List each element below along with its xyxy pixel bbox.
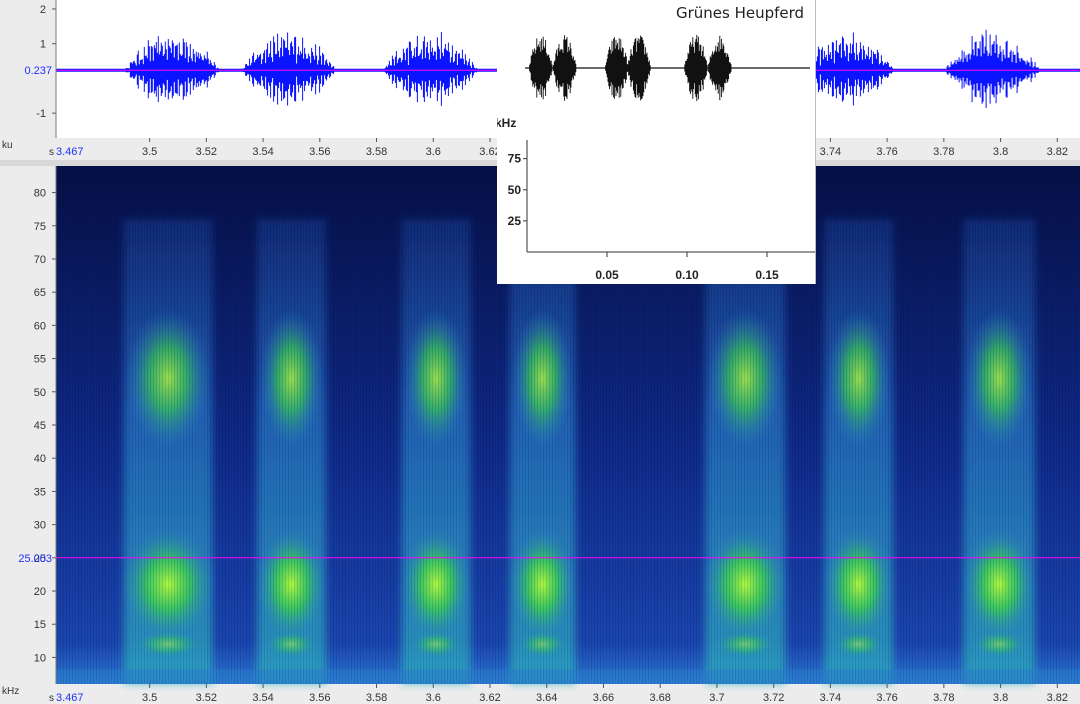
spectrogram-y-tick-label: 50 <box>34 387 46 399</box>
spectrogram-y-tick-label: 70 <box>34 254 46 266</box>
spectrogram-y-tick-label: 10 <box>34 652 46 664</box>
waveform-x-tick-label: 3.58 <box>366 146 387 158</box>
spectrogram-x-tick-label: 3.76 <box>876 692 897 704</box>
waveform-x-start: 3.467 <box>56 146 84 158</box>
spectrogram-x-tick-label: 3.56 <box>309 692 330 704</box>
spectrogram-x-tick-label: 3.72 <box>763 692 784 704</box>
inset-x-ticks: 0.05 0.10 0.15 <box>595 252 779 282</box>
waveform-x-tick-label: 3.5 <box>142 146 157 158</box>
spectrogram-x-tick-label: 3.8 <box>993 692 1008 704</box>
inset-right-divider <box>815 0 816 284</box>
spectrogram-cursor-value: 25.003 <box>18 553 52 565</box>
spectrogram-x-tick-label: 3.58 <box>366 692 387 704</box>
waveform-x-tick-label: 3.52 <box>196 146 217 158</box>
spectrogram-x-tick-label: 3.78 <box>933 692 954 704</box>
analysis-view: 2 1 -1 0.237 ku 3.5 3.52 3.54 3.56 3.58 3.6 3.62… <box>0 0 1080 704</box>
spectrogram-y-tick-label: 65 <box>34 287 46 299</box>
spectrogram-y-tick-label: 80 <box>34 188 46 200</box>
spectrogram-x-tick-label: 3.62 <box>479 692 500 704</box>
spectrogram-y-tick-label: 60 <box>34 320 46 332</box>
spectrogram-axis-background <box>0 166 56 704</box>
waveform-x-tick-label: 3.6 <box>426 146 441 158</box>
spectrogram-x-start: 3.467 <box>56 692 84 704</box>
inset-spectrogram: kHz 75 50 25 0.05 0.10 0.15 <box>497 116 815 282</box>
inset-y-ticks: 75 50 25 <box>508 152 527 228</box>
inset-syllable <box>722 146 743 246</box>
spectrogram-y-tick-label: 75 <box>34 221 46 233</box>
waveform-x-tick-label: 3.76 <box>876 146 897 158</box>
waveform-x-tick-label: 3.8 <box>993 146 1008 158</box>
inset-syllable <box>619 146 639 246</box>
inset-y-tick-label: 50 <box>508 183 522 197</box>
spectrogram-y-tick-label: 55 <box>34 354 46 366</box>
spectrogram-x-tick-label: 3.7 <box>709 692 724 704</box>
spectrogram-y-tick-label: 45 <box>34 420 46 432</box>
inset-x-tick-label: 0.10 <box>675 268 699 282</box>
spectrogram-x-tick-label: 3.64 <box>536 692 557 704</box>
inset-syllable <box>539 146 563 246</box>
spectrogram-x-tick-label: 3.82 <box>1047 692 1068 704</box>
waveform-y-unit: ku <box>2 140 13 151</box>
inset-title: Grünes Heupferd <box>675 4 805 22</box>
waveform-x-tick-label: 3.78 <box>933 146 954 158</box>
inset-waveform-burst <box>529 36 553 100</box>
spectrogram-y-tick-label: 35 <box>34 486 46 498</box>
inset-y-tick-label: 75 <box>508 152 522 166</box>
spectrogram-y-tick-label: 30 <box>34 520 46 532</box>
inset-syllable <box>698 146 718 246</box>
inset-syllable <box>643 146 663 246</box>
waveform-y-tick-label: 1 <box>40 39 46 51</box>
inset-waveform-burst <box>552 35 577 101</box>
inset-y-unit: kHz <box>497 116 516 130</box>
inset-waveform <box>525 34 810 102</box>
spectrogram-y-unit: kHz <box>2 686 19 697</box>
spectrogram-y-tick-label: 15 <box>34 619 46 631</box>
waveform-cursor-value: 0.237 <box>24 65 52 77</box>
spectrogram-x-tick-label: 3.5 <box>142 692 157 704</box>
waveform-x-tick-label: 3.56 <box>309 146 330 158</box>
spectrogram-x-unit: s <box>49 693 54 704</box>
inset-x-tick-label: 0.05 <box>595 268 619 282</box>
inset-waveform-burst <box>605 37 629 99</box>
inset-waveform-burst <box>627 35 651 101</box>
waveform-x-tick-label: 3.82 <box>1047 146 1068 158</box>
spectrogram-x-tick-label: 3.6 <box>426 692 441 704</box>
waveform-x-unit: s <box>49 147 54 158</box>
inset-y-tick-label: 25 <box>508 214 522 228</box>
spectrogram-x-tick-label: 3.68 <box>649 692 670 704</box>
inset-syllables <box>539 146 743 246</box>
spectrogram-x-tick-label: 3.52 <box>196 692 217 704</box>
spectrogram-y-tick-label: 40 <box>34 453 46 465</box>
waveform-y-tick-label: 2 <box>40 4 46 16</box>
spectrogram-x-tick-label: 3.66 <box>593 692 614 704</box>
waveform-x-tick-label: 3.54 <box>252 146 273 158</box>
spectrogram-x-tick-label: 3.74 <box>820 692 841 704</box>
inset-syllable <box>568 146 587 246</box>
spectrogram-x-tick-label: 3.54 <box>252 692 273 704</box>
waveform-y-tick-label: -1 <box>36 108 46 120</box>
inset-waveform-burst <box>684 34 708 102</box>
waveform-axis-background <box>0 0 56 160</box>
inset-waveform-bursts <box>529 34 732 102</box>
inset-waveform-burst <box>708 35 732 101</box>
inset-x-tick-label: 0.15 <box>755 268 779 282</box>
spectrogram-y-tick-label: 20 <box>34 586 46 598</box>
waveform-x-tick-label: 3.74 <box>820 146 841 158</box>
